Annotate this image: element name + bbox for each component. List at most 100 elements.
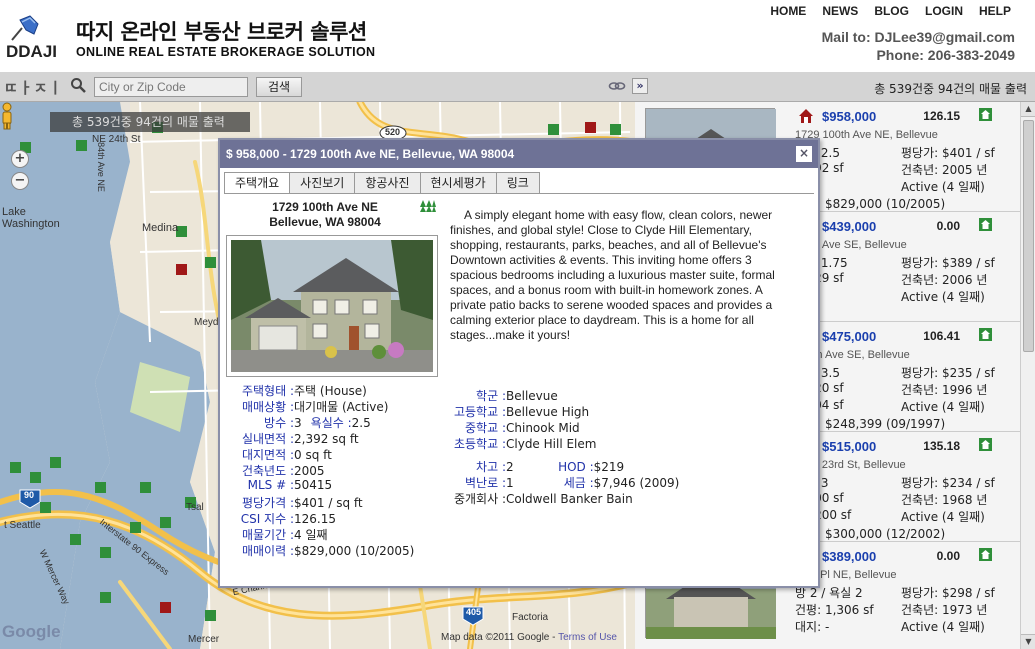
school-row: 중학교 :Chinook Mid: [452, 419, 580, 436]
search-button[interactable]: 검색: [256, 77, 302, 97]
listing-l3: 대지: -: [795, 620, 830, 634]
extra-value-2: $7,946 (2009): [593, 476, 680, 490]
listing-r2: 건축년: 1996 년: [901, 383, 988, 397]
toolbar-brand: ㄸㅏㅈㅣ: [4, 79, 64, 97]
detail-row-value: 50415: [294, 478, 333, 492]
extra-row: 벽난로 :1 세금 :$7,946 (2009): [452, 474, 679, 491]
scroll-thumb[interactable]: [1023, 120, 1034, 352]
detail-row-value: 0 sq ft: [294, 448, 332, 462]
house-photo[interactable]: [226, 235, 438, 377]
extra-row-value: 2: [506, 460, 514, 474]
nav-news[interactable]: NEWS: [822, 4, 858, 18]
detail-row-value: 주택 (House): [294, 384, 367, 398]
home-marker-icon: [799, 109, 813, 123]
school-row-value: Bellevue: [506, 389, 558, 403]
beds-label: 방수 :: [264, 416, 294, 430]
listing-r2: 건축년: 2006 년: [901, 273, 988, 287]
detail-row-label: 매물기간 :: [241, 528, 294, 542]
map-credit-text: Map data ©2011 Google: [441, 632, 550, 643]
school-row: 초등학교 :Clyde Hill Elem: [452, 435, 597, 452]
detail-row-label: 주택형태 :: [241, 384, 294, 398]
extra-row-label: 차고 :: [476, 460, 506, 474]
nav-home[interactable]: HOME: [770, 4, 806, 18]
contact-info: Mail to: DJLee39@gmail.com Phone: 206-38…: [822, 28, 1015, 64]
map-label-meyd: Meyd: [194, 317, 219, 328]
detail-row-label: 평당가격 :: [241, 496, 294, 510]
nav-blog[interactable]: BLOG: [874, 4, 909, 18]
map-shield-520: 520: [385, 127, 401, 137]
listing-csi: 126.15: [923, 109, 960, 123]
scroll-up-arrow-icon[interactable]: ▲: [1021, 102, 1035, 117]
terms-of-use-link[interactable]: Terms of Use: [558, 632, 617, 643]
detail-row-value: $401 / sq ft: [294, 496, 363, 510]
detail-row-label: CSI 지수 :: [240, 512, 294, 526]
trees-icon: [420, 200, 436, 212]
detail-row: 매매상황 :대기매물 (Active): [230, 398, 389, 415]
expand-arrows-button[interactable]: »: [632, 78, 648, 94]
listing-scrollbar[interactable]: ▲ ▼: [1020, 102, 1035, 649]
map-credit: Map data ©2011 Google - Terms of Use: [441, 632, 617, 643]
tab-link[interactable]: 링크: [496, 172, 540, 194]
logo-text[interactable]: DDAJI: [6, 42, 57, 62]
tab-overview[interactable]: 주택개요: [224, 172, 291, 194]
school-row-value: Chinook Mid: [506, 421, 580, 435]
listing-price[interactable]: $515,000: [822, 439, 876, 454]
listing-price[interactable]: $958,000: [822, 109, 876, 124]
link-icon[interactable]: [608, 80, 626, 92]
baths-value: 2.5: [351, 416, 371, 430]
street-view-pegman-icon[interactable]: [0, 102, 14, 130]
detail-row: 평당가격 :$401 / sq ft: [230, 494, 363, 511]
listing-marker-icon: [979, 218, 992, 231]
detail-row-label: 실내면적 :: [241, 432, 294, 446]
listing-marker-icon: [979, 548, 992, 561]
popup-address-line2: Bellevue, WA 98004: [269, 215, 381, 229]
nav-login[interactable]: LOGIN: [925, 4, 963, 18]
listing-price[interactable]: $475,000: [822, 329, 876, 344]
listing-r1: 평당가: $401 / sf: [901, 146, 995, 160]
tab-valuation[interactable]: 현시세평가: [420, 172, 497, 194]
extra-row-value: 1: [506, 476, 514, 490]
listing-r2: 건축년: 1973 년: [901, 603, 988, 617]
listing-description: A simply elegant home with easy flow, cl…: [450, 208, 775, 342]
close-icon[interactable]: ×: [796, 146, 812, 162]
zoom-in-button[interactable]: +: [11, 150, 29, 168]
listing-marker-icon: [979, 328, 992, 341]
listing-r3: Active (4 일째): [901, 400, 985, 414]
search-input[interactable]: [94, 77, 248, 97]
detail-row: 주택형태 :주택 (House): [230, 382, 367, 399]
map-count-overlay: 총 539건중 94건의 매물 출력: [50, 112, 250, 132]
map-shield-90: 90: [24, 490, 35, 500]
detail-row-value: 2005: [294, 464, 325, 478]
listing-price[interactable]: $389,000: [822, 549, 876, 564]
detail-row-value: 대기매물 (Active): [294, 400, 389, 414]
pushpin-logo-icon: [11, 15, 39, 41]
listing-price[interactable]: $439,000: [822, 219, 876, 234]
top-navigation: HOME NEWS BLOG LOGIN HELP: [770, 4, 1011, 18]
tab-aerial[interactable]: 항공사진: [355, 172, 421, 194]
detail-row-label: 건축년도 :: [241, 464, 294, 478]
scroll-down-arrow-icon[interactable]: ▼: [1021, 634, 1035, 649]
contact-phone: Phone: 206-383-2049: [876, 47, 1015, 63]
search-icon: [71, 78, 86, 93]
listing-r3: Active (4 일째): [901, 290, 985, 304]
school-row: 학군 :Bellevue: [452, 387, 558, 404]
listing-r1: 평당가: $298 / sf: [901, 586, 995, 600]
baths-label: 욕실수 :: [310, 416, 352, 430]
site-title-english: ONLINE REAL ESTATE BROKERAGE SOLUTION: [76, 45, 376, 59]
listing-csi: 106.41: [923, 329, 960, 343]
tab-photos[interactable]: 사진보기: [290, 172, 356, 194]
nav-help[interactable]: HELP: [979, 4, 1011, 18]
contact-mail[interactable]: Mail to: DJLee39@gmail.com: [822, 28, 1015, 46]
broker-row-label: 중개회사 :: [453, 492, 506, 506]
school-row-label: 고등학교 :: [453, 405, 506, 419]
listing-r3: Active (4 일째): [901, 620, 985, 634]
listing-r3: Active (4 일째): [901, 510, 985, 524]
map-shield-405: 405: [466, 607, 482, 617]
listing-marker-icon: [979, 108, 992, 121]
extra-label-2: HOD :: [558, 460, 594, 474]
detail-row-label: MLS # :: [247, 478, 294, 492]
popup-address-line1: 1729 100th Ave NE: [272, 200, 378, 214]
extra-row: 차고 :2 HOD :$219: [452, 458, 624, 475]
extra-row-label: 벽난로 :: [465, 476, 506, 490]
zoom-out-button[interactable]: −: [11, 172, 29, 190]
